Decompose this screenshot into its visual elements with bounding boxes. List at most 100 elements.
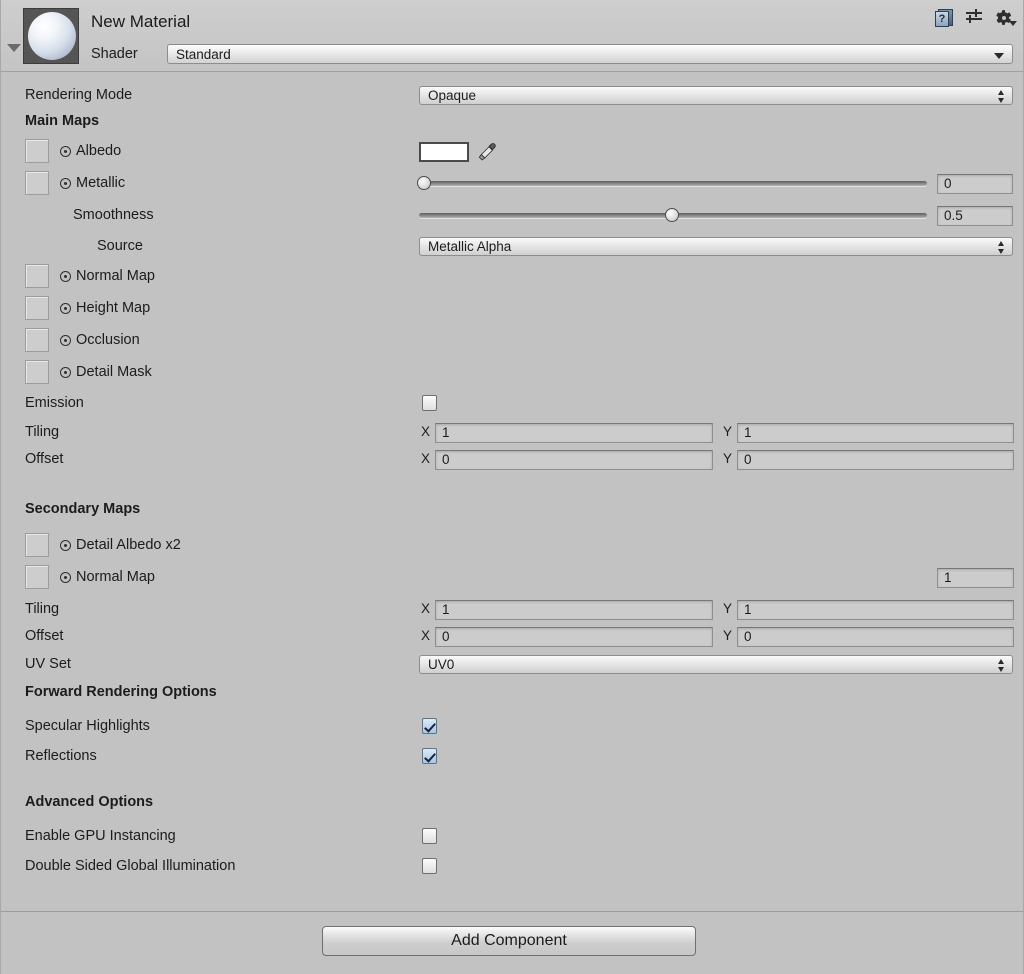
- eyedropper-icon[interactable]: [478, 142, 496, 162]
- metallic-texture-slot[interactable]: [25, 171, 49, 195]
- row-main-offset: Offset X 0 Y 0: [1, 448, 1023, 475]
- uv-set-dropdown[interactable]: UV0: [419, 655, 1013, 674]
- rendering-mode-value: Opaque: [428, 88, 477, 103]
- row-specular-highlights: Specular Highlights: [1, 716, 1023, 746]
- shader-label: Shader: [91, 46, 138, 62]
- material-preview-thumbnail[interactable]: [23, 8, 79, 64]
- main-maps-title: Main Maps: [25, 113, 100, 129]
- row-height-map: Height Map: [1, 294, 1023, 326]
- rendering-mode-dropdown[interactable]: Opaque: [419, 86, 1013, 105]
- secondary-normal-map-texture-slot[interactable]: [25, 565, 49, 589]
- specular-highlights-label: Specular Highlights: [25, 718, 150, 734]
- main-tiling-y-value: 1: [744, 425, 752, 440]
- shader-dropdown[interactable]: Standard: [167, 44, 1013, 64]
- albedo-texture-slot[interactable]: [25, 139, 49, 163]
- secondary-normal-map-value-field[interactable]: 1: [937, 568, 1014, 588]
- row-normal-map: Normal Map: [1, 262, 1023, 294]
- row-occlusion: Occlusion: [1, 326, 1023, 358]
- secondary-tiling-x-field[interactable]: 1: [435, 600, 713, 620]
- secondary-maps-title: Secondary Maps: [25, 501, 141, 517]
- height-map-select-target-icon[interactable]: [60, 303, 71, 314]
- normal-map-select-target-icon[interactable]: [60, 271, 71, 282]
- source-dropdown[interactable]: Metallic Alpha: [419, 237, 1013, 256]
- height-map-label: Height Map: [76, 300, 151, 316]
- section-secondary-maps: Secondary Maps: [1, 501, 1023, 533]
- help-icon-glyph: ?: [935, 11, 949, 27]
- advanced-options-title: Advanced Options: [25, 794, 154, 810]
- detail-mask-select-target-icon[interactable]: [60, 367, 71, 378]
- add-component-button[interactable]: Add Component: [322, 926, 696, 956]
- occlusion-select-target-icon[interactable]: [60, 335, 71, 346]
- row-double-sided-gi: Double Sided Global Illumination: [1, 856, 1023, 886]
- albedo-label: Albedo: [76, 143, 122, 159]
- detail-mask-label: Detail Mask: [76, 364, 152, 380]
- row-main-tiling: Tiling X 1 Y 1: [1, 421, 1023, 448]
- occlusion-texture-slot[interactable]: [25, 328, 49, 352]
- albedo-select-target-icon[interactable]: [60, 146, 71, 157]
- gear-dropdown-arrow-icon: [1009, 21, 1017, 26]
- detail-albedo-texture-slot[interactable]: [25, 533, 49, 557]
- metallic-slider-track[interactable]: [419, 181, 927, 186]
- row-reflections: Reflections: [1, 746, 1023, 776]
- secondary-offset-x-value: 0: [442, 629, 450, 644]
- secondary-tiling-x-value: 1: [442, 602, 450, 617]
- metallic-value-field[interactable]: 0: [937, 174, 1013, 194]
- reflections-checkbox[interactable]: [422, 748, 437, 764]
- specular-highlights-checkbox[interactable]: [422, 718, 437, 734]
- smoothness-value-field[interactable]: 0.5: [937, 206, 1013, 226]
- row-smoothness: Smoothness 0.5: [1, 202, 1023, 234]
- main-offset-x-value: 0: [442, 452, 450, 467]
- help-icon[interactable]: ?: [935, 8, 955, 28]
- main-offset-y-value: 0: [744, 452, 752, 467]
- height-map-texture-slot[interactable]: [25, 296, 49, 320]
- updown-arrows-icon: [998, 240, 1005, 255]
- section-advanced-options: Advanced Options: [1, 794, 1023, 826]
- gpu-instancing-checkbox[interactable]: [422, 828, 437, 844]
- detail-albedo-select-target-icon[interactable]: [60, 540, 71, 551]
- main-offset-x-field[interactable]: 0: [435, 450, 713, 470]
- footer-divider: [1, 911, 1023, 912]
- secondary-offset-y-field[interactable]: 0: [737, 627, 1014, 647]
- metallic-slider-handle[interactable]: [417, 176, 431, 190]
- main-tiling-x-letter: X: [421, 424, 431, 439]
- metallic-select-target-icon[interactable]: [60, 178, 71, 189]
- uv-set-value: UV0: [428, 657, 455, 672]
- main-tiling-y-letter: Y: [723, 424, 733, 439]
- preset-icon[interactable]: [965, 8, 985, 28]
- main-offset-y-field[interactable]: 0: [737, 450, 1014, 470]
- row-secondary-normal-map: Normal Map 1: [1, 565, 1023, 598]
- reflections-label: Reflections: [25, 748, 97, 764]
- source-value: Metallic Alpha: [428, 239, 512, 254]
- secondary-offset-x-field[interactable]: 0: [435, 627, 713, 647]
- metallic-value: 0: [944, 176, 952, 191]
- row-detail-albedo: Detail Albedo x2: [1, 533, 1023, 565]
- gear-icon[interactable]: [995, 8, 1017, 28]
- row-secondary-tiling: Tiling X 1 Y 1: [1, 598, 1023, 625]
- main-offset-x-letter: X: [421, 451, 431, 466]
- normal-map-texture-slot[interactable]: [25, 264, 49, 288]
- main-offset-label: Offset: [25, 451, 64, 467]
- secondary-tiling-label: Tiling: [25, 601, 60, 617]
- row-source: Source Metallic Alpha: [1, 234, 1023, 262]
- normal-map-label: Normal Map: [76, 268, 155, 284]
- secondary-offset-label: Offset: [25, 628, 64, 644]
- chevron-down-icon: [994, 53, 1004, 59]
- albedo-color-swatch[interactable]: [419, 142, 469, 162]
- emission-checkbox[interactable]: [422, 395, 437, 411]
- secondary-offset-y-letter: Y: [723, 628, 733, 643]
- secondary-normal-map-select-target-icon[interactable]: [60, 572, 71, 583]
- foldout-arrow-icon[interactable]: [7, 44, 21, 52]
- main-tiling-label: Tiling: [25, 424, 60, 440]
- uv-set-label: UV Set: [25, 656, 71, 672]
- secondary-tiling-y-letter: Y: [723, 601, 733, 616]
- double-sided-gi-checkbox[interactable]: [422, 858, 437, 874]
- rendering-mode-label: Rendering Mode: [25, 87, 133, 103]
- main-tiling-x-field[interactable]: 1: [435, 423, 713, 443]
- row-emission: Emission: [1, 390, 1023, 421]
- smoothness-slider-handle[interactable]: [665, 208, 679, 222]
- main-tiling-y-field[interactable]: 1: [737, 423, 1014, 443]
- detail-mask-texture-slot[interactable]: [25, 360, 49, 384]
- secondary-tiling-y-field[interactable]: 1: [737, 600, 1014, 620]
- row-rendering-mode: Rendering Mode Opaque: [1, 84, 1023, 110]
- secondary-normal-map-value: 1: [944, 570, 952, 585]
